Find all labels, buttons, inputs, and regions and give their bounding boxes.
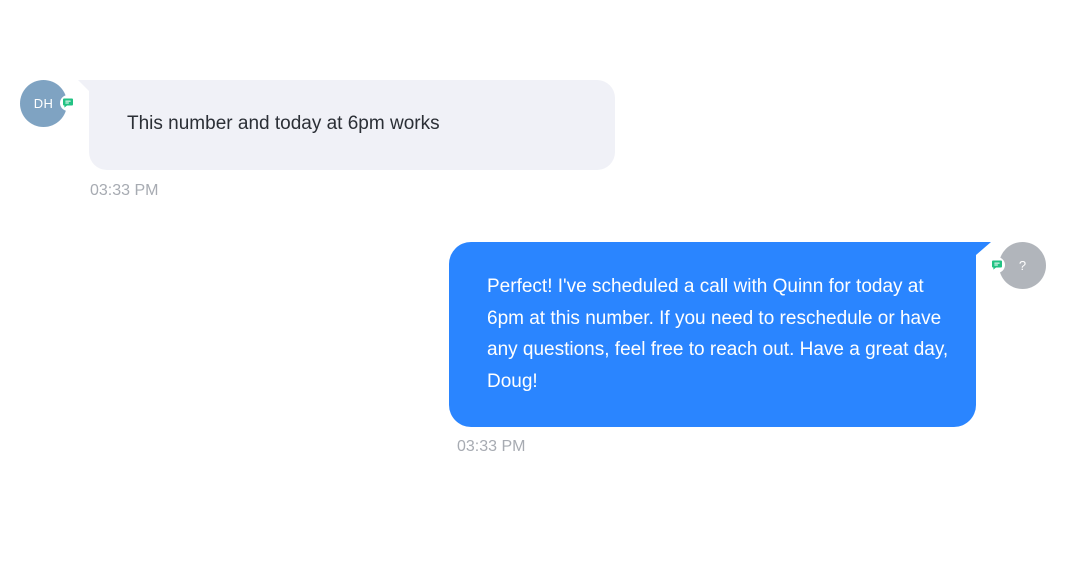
message-text: Perfect! I've scheduled a call with Quin… [487, 276, 949, 392]
avatar-agent[interactable]: ? [999, 242, 1046, 289]
sms-chat-icon [989, 257, 1005, 273]
bubble-tail [976, 242, 991, 255]
message-text: This number and today at 6pm works [127, 113, 440, 134]
message-bubble-outgoing: Perfect! I've scheduled a call with Quin… [449, 242, 976, 427]
chat-conversation: DH This number and today at 6pm works 03… [0, 0, 1084, 576]
sms-chat-icon [60, 95, 76, 111]
avatar-initials: ? [1018, 258, 1027, 273]
message-timestamp: 03:33 PM [457, 438, 526, 455]
avatar-initials: DH [33, 96, 54, 111]
message-bubble-incoming: This number and today at 6pm works [89, 80, 615, 170]
message-timestamp: 03:33 PM [90, 182, 159, 199]
